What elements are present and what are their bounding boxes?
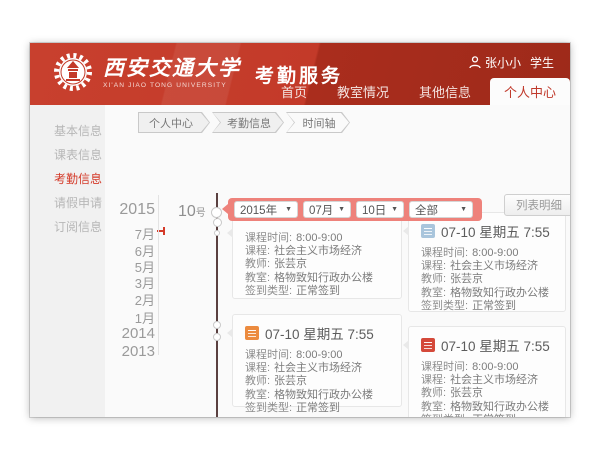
nav-item-classrooms[interactable]: 教室情况 [322,78,404,105]
breadcrumb: 个人中心 考勤信息 时间轴 [138,112,352,133]
card-field: 课程时间:8:00-9:00 [245,349,389,362]
year-column-divider [158,195,159,355]
card-field: 课程时间:8:00-9:00 [421,361,553,374]
card-field: 教师:张芸京 [421,273,553,286]
chevron-down-icon: ▼ [285,206,292,213]
timeline-month-feb[interactable]: 2月 [135,290,155,309]
calendar-icon [421,224,435,238]
sidebar-item-leave-request[interactable]: 请假申请 [30,191,105,215]
attendance-card[interactable]: 课程时间:8:00-9:00 课程:社会主义市场经济 教师:张芸京 教室:格物致… [232,214,402,299]
card-field: 签到类型:正常签到 [421,300,553,313]
main-nav: 首页 教室情况 其他信息 个人中心 [266,78,570,105]
calendar-icon [245,326,259,340]
timeline-dot [213,321,221,329]
timeline-year-2014[interactable]: 2014 [122,325,155,342]
content-area: 基本信息 课表信息 考勤信息 请假申请 订阅信息 个人中心 考勤信息 时间轴 2… [30,105,570,417]
university-logo-icon [52,51,94,93]
university-name-en: XI'AN JIAO TONG UNIVERSITY [103,82,241,89]
card-field: 签到类型:正常签到 [245,285,389,298]
card-field: 教室:格物致知行政办公楼 [421,401,553,414]
card-field: 课程:社会主义市场经济 [245,245,389,258]
sidebar-item-basic-info[interactable]: 基本信息 [30,119,105,143]
card-title: 07-10 星期五 7:55 [441,335,550,355]
filter-bar: 2015年▼ 07月▼ 10日▼ 全部▼ [228,198,482,221]
breadcrumb-timeline[interactable]: 时间轴 [286,112,350,133]
list-detail-button[interactable]: 列表明细 [504,194,570,216]
card-field: 课程:社会主义市场经济 [421,374,553,387]
breadcrumb-attendance[interactable]: 考勤信息 [212,112,284,133]
chevron-down-icon: ▼ [460,206,467,213]
nav-item-home[interactable]: 首页 [266,78,322,105]
user-info[interactable]: 张小小 学生 [469,54,554,71]
sidebar: 基本信息 课表信息 考勤信息 请假申请 订阅信息 [30,105,105,417]
sidebar-item-attendance[interactable]: 考勤信息 [30,167,105,191]
card-title: 07-10 星期五 7:55 [441,221,550,241]
day-label-10: 10号 [178,203,206,221]
day-select[interactable]: 10日▼ [356,201,404,218]
timeline-dot [211,207,222,218]
card-field: 教室:格物致知行政办公楼 [245,389,389,402]
timeline-dot [213,333,221,341]
card-field: 教师:张芸京 [421,387,553,400]
chevron-down-icon: ▼ [391,206,398,213]
user-icon [469,56,481,69]
timeline-year-2015[interactable]: 2015 [119,201,155,219]
university-name-cn: 西安交通大学 [103,56,241,80]
user-name: 张小小 [485,54,521,71]
attendance-card[interactable]: 07-10 星期五 7:55 课程时间:8:00-9:00 课程:社会主义市场经… [408,326,566,417]
nav-item-personal-center[interactable]: 个人中心 [490,78,570,105]
sidebar-item-subscription[interactable]: 订阅信息 [30,215,105,239]
timeline-year-2013[interactable]: 2013 [122,343,155,360]
card-field: 教室:格物致知行政办公楼 [421,287,553,300]
timeline-dot [214,230,220,236]
nav-item-other[interactable]: 其他信息 [404,78,486,105]
card-field: 签到类型:正常签到 [245,402,389,415]
attendance-card[interactable]: 07-10 星期五 7:55 课程时间:8:00-9:00 课程:社会主义市场经… [408,212,566,312]
app-window: 西安交通大学 XI'AN JIAO TONG UNIVERSITY 考勤服务 张… [30,43,570,417]
card-field: 签到类型:正常签到 [421,414,553,417]
card-field: 课程时间:8:00-9:00 [245,232,389,245]
year-select[interactable]: 2015年▼ [234,201,298,218]
card-field: 教师:张芸京 [245,375,389,388]
timeline-dot [213,218,222,227]
card-field: 课程时间:8:00-9:00 [421,247,553,260]
month-select[interactable]: 07月▼ [303,201,351,218]
chevron-down-icon: ▼ [338,206,345,213]
user-role: 学生 [530,54,554,71]
card-field: 课程:社会主义市场经济 [421,260,553,273]
sidebar-item-schedule[interactable]: 课表信息 [30,143,105,167]
card-field: 教室:格物致知行政办公楼 [245,272,389,285]
type-select[interactable]: 全部▼ [409,201,473,218]
breadcrumb-personal-center[interactable]: 个人中心 [138,112,210,133]
app-header: 西安交通大学 XI'AN JIAO TONG UNIVERSITY 考勤服务 张… [30,43,570,105]
card-field: 教师:张芸京 [245,258,389,271]
attendance-card[interactable]: 07-10 星期五 7:55 课程时间:8:00-9:00 课程:社会主义市场经… [232,314,402,407]
card-title: 07-10 星期五 7:55 [265,323,374,343]
calendar-icon [421,338,435,352]
card-field: 课程:社会主义市场经济 [245,362,389,375]
